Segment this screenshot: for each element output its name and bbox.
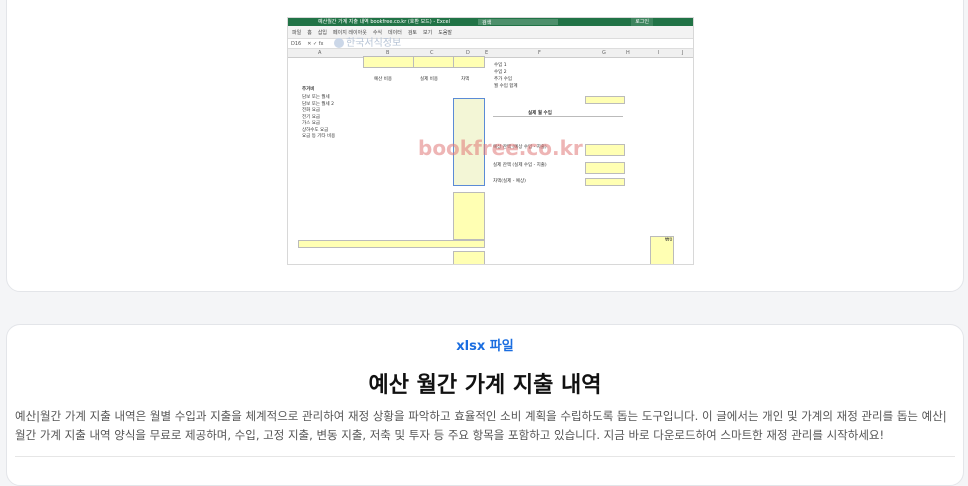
left-section-title: 주거비 [302, 87, 315, 92]
diff-value: ₩0 [665, 238, 673, 243]
diff-column [453, 251, 485, 264]
income-total-cell [585, 96, 625, 104]
file-type-tag[interactable]: xlsx 파일 [7, 335, 963, 354]
income-row-label: 추가 수입 [494, 77, 512, 82]
income-row-label: 수입 1 [494, 63, 507, 68]
login-button[interactable]: 로그인 [631, 18, 653, 26]
expense-row-label: 담보 또는 월세 [302, 95, 330, 100]
sheet-grid: 예산 비용 실제 비용 차액 주거비 담보 또는 월세 담보 또는 월세 2 전화 … [288, 56, 693, 264]
income-row-label: 수입 2 [494, 70, 507, 75]
balance-cell [585, 144, 625, 156]
divider [15, 456, 955, 457]
expense-row-label: 전기 요금 [302, 114, 320, 120]
ribbon-tab[interactable]: 삽입 [318, 29, 327, 36]
formula-icons: ✕ ✓ fx [307, 40, 324, 47]
ribbon-tab[interactable]: 파일 [292, 29, 301, 36]
preview-card: 예산월간 가계 지출 내역 bookfree.co.kr (호환 모드) - E… [6, 0, 964, 292]
balance-cell [585, 162, 625, 174]
logo-text: 한국서식정보 [346, 38, 402, 49]
ribbon-tab[interactable]: 도움말 [438, 29, 452, 36]
balance-label-3: 차액(실제 - 예상) [493, 179, 526, 184]
expense-row-label: 담보 또는 월세 2 [302, 101, 334, 107]
excel-title-bar: 예산월간 가계 지출 내역 bookfree.co.kr (호환 모드) - E… [288, 18, 693, 26]
expense-row-label: 전화 요금 [302, 108, 320, 113]
subtotal-row [298, 240, 485, 248]
balance-cell [585, 178, 625, 186]
search-label: 검색 [482, 20, 492, 26]
page-title: 예산 월간 가계 지출 내역 [368, 373, 602, 398]
header-cell [453, 56, 485, 68]
site-logo: 한국서식정보 [334, 34, 401, 49]
divider [493, 116, 623, 117]
header-cell [413, 56, 455, 68]
watermark: bookfree.co.kr [418, 136, 583, 160]
expense-row-label: 가스 요금 [302, 121, 320, 126]
description: 예산|월간 가계 지출 내역은 월별 수입과 지출을 체계적으로 관리하여 재정… [15, 409, 947, 442]
diff-column [453, 192, 485, 240]
balance-label-2: 실제 잔액 (실제 수입 - 지출) [493, 163, 547, 168]
ribbon-tab[interactable]: 홈 [307, 29, 312, 36]
file-info-card: xlsx 파일 예산 월간 가계 지출 내역 예산|월간 가계 지출 내역은 월… [6, 324, 964, 486]
window-title: 예산월간 가계 지출 내역 bookfree.co.kr (호환 모드) - E… [318, 19, 450, 25]
header-actual: 실제 비용 [420, 77, 438, 82]
expense-row-label: 요금 등 기타 비용 [302, 134, 336, 139]
logo-icon [334, 38, 344, 48]
header-diff: 차액 [461, 77, 470, 82]
name-box[interactable]: D16 [291, 41, 301, 47]
ribbon-tab[interactable]: 보기 [423, 29, 432, 36]
search-box[interactable]: 검색 [478, 19, 558, 26]
ribbon-tab[interactable]: 검토 [408, 29, 417, 36]
expense-row-label: 상하수도 요금 [302, 127, 329, 133]
header-cell [363, 56, 415, 68]
spreadsheet-preview-image[interactable]: 예산월간 가계 지출 내역 bookfree.co.kr (호환 모드) - E… [287, 17, 694, 265]
income-row-label: 월 수입 합계 [494, 84, 518, 89]
header-budget: 예산 비용 [374, 77, 392, 82]
